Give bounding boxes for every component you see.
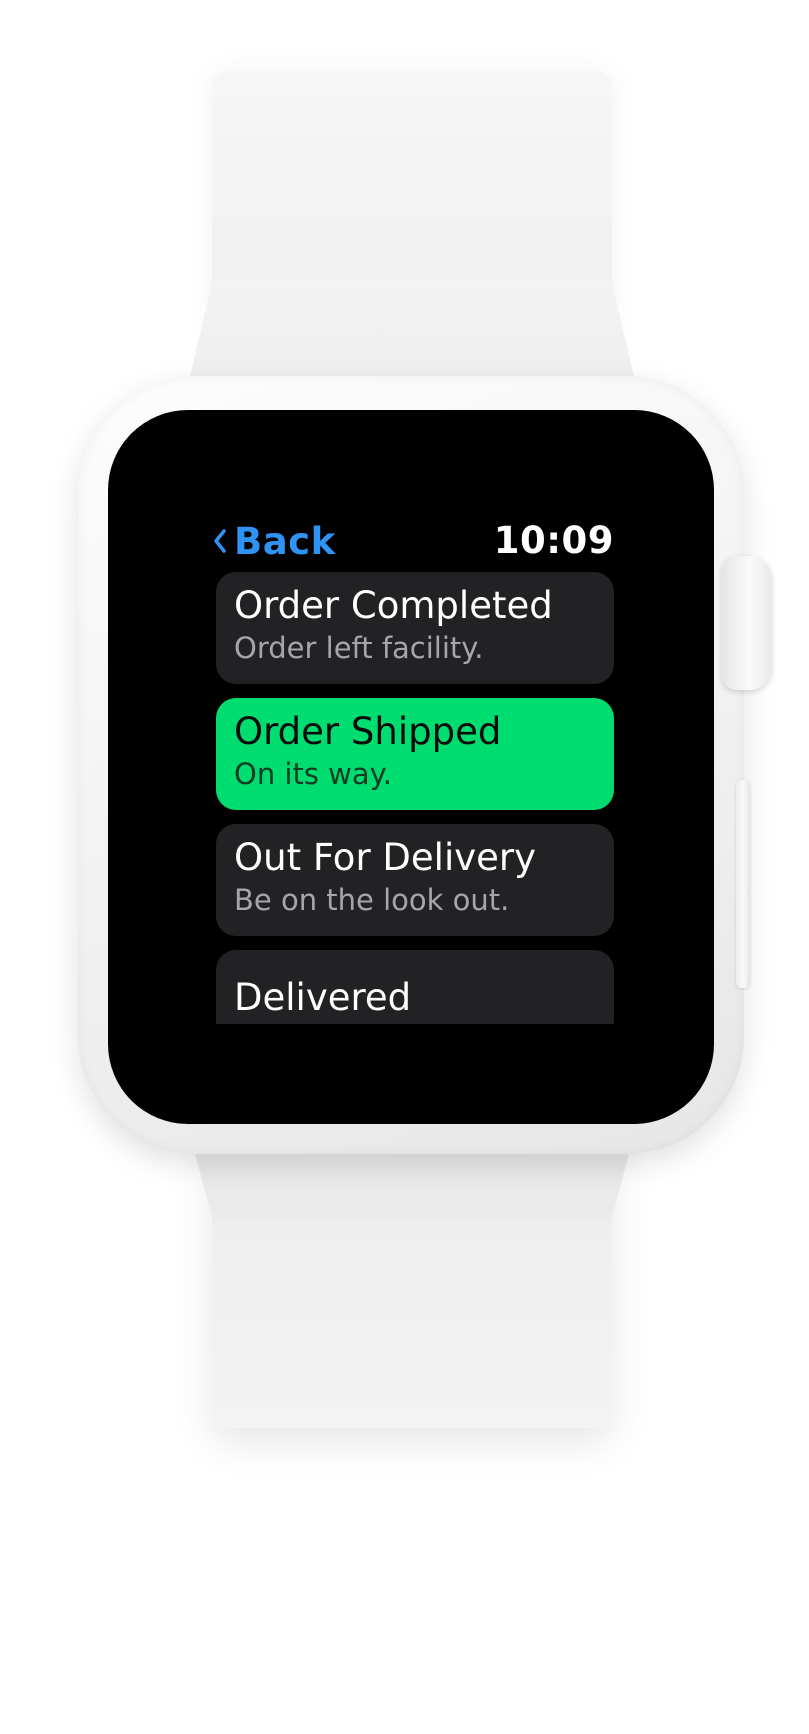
list-item-subtitle: Be on the look out. — [234, 883, 510, 917]
back-button[interactable]: Back — [212, 518, 336, 564]
clock-time: 10:09 — [493, 519, 614, 562]
list-item-order-shipped[interactable]: Order Shipped On its way. — [216, 698, 614, 810]
digital-crown[interactable] — [722, 556, 772, 690]
list-item-title: Order Completed — [234, 584, 553, 627]
back-label: Back — [234, 519, 336, 563]
list-item-subtitle: Order left facility. — [234, 631, 484, 665]
list-item-out-for-delivery[interactable]: Out For Delivery Be on the look out. — [216, 824, 614, 936]
list-item-order-completed[interactable]: Order Completed Order left facility. — [216, 572, 614, 684]
status-bar: Back 10:09 — [198, 510, 618, 570]
watch-screen: Back 10:09 Order Completed Order left fa… — [198, 510, 618, 1024]
list-item-title: Delivered — [234, 976, 412, 1019]
list-item-title: Out For Delivery — [234, 836, 536, 879]
side-button[interactable] — [736, 780, 750, 988]
order-status-list: Order Completed Order left facility. Ord… — [216, 572, 614, 1024]
list-item-title: Order Shipped — [234, 710, 502, 753]
list-item-subtitle: On its way. — [234, 757, 392, 791]
chevron-left-icon — [212, 521, 234, 561]
list-item-delivered[interactable]: Delivered — [216, 950, 614, 1024]
watch-mockup: Back 10:09 Order Completed Order left fa… — [0, 0, 809, 1734]
